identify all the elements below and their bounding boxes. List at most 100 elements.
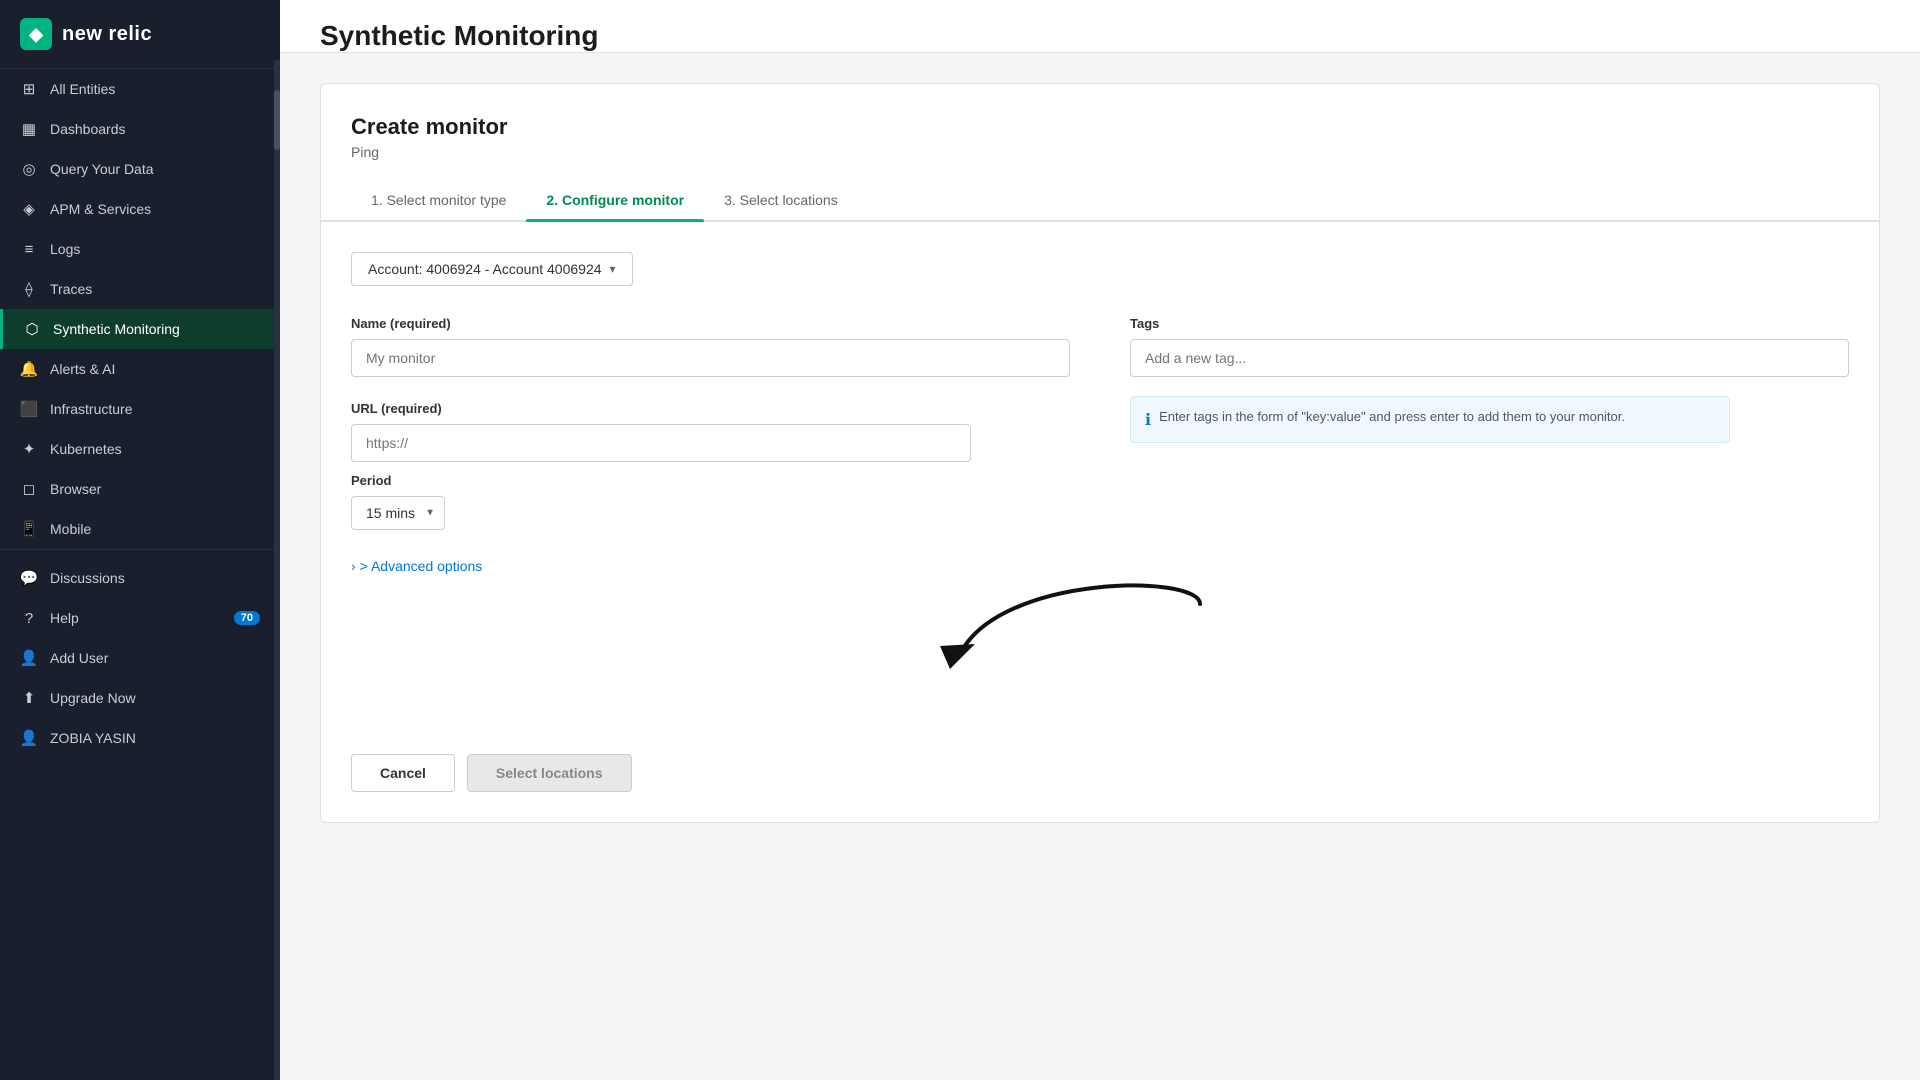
url-input[interactable]	[351, 424, 971, 462]
sidebar-item-label: Discussions	[50, 570, 260, 586]
sidebar-item-label: Logs	[50, 241, 260, 257]
sidebar-item-all-entities[interactable]: ⊞ All Entities	[0, 69, 280, 109]
badge-help: 70	[234, 611, 260, 625]
name-input[interactable]	[351, 339, 1070, 377]
sidebar-item-browser[interactable]: ◻ Browser	[0, 469, 280, 509]
create-monitor-subtitle: Ping	[321, 144, 1879, 180]
sidebar-item-add-user[interactable]: 👤 Add User	[0, 638, 280, 678]
name-label: Name (required)	[351, 316, 1070, 331]
upgrade-now-icon: ⬆	[20, 689, 38, 707]
mobile-icon: 📱	[20, 520, 38, 538]
url-group: URL (required)	[351, 401, 971, 462]
period-label: Period	[351, 473, 1849, 488]
sidebar-item-label: Mobile	[50, 521, 260, 537]
tab-select-monitor-type[interactable]: 1. Select monitor type	[351, 180, 526, 220]
sidebar-item-label: Dashboards	[50, 121, 260, 137]
sidebar-item-help[interactable]: ? Help 70	[0, 598, 280, 638]
sidebar-item-mobile[interactable]: 📱 Mobile	[0, 509, 280, 549]
sidebar-item-label: Query Your Data	[50, 161, 260, 177]
sidebar-item-label: Browser	[50, 481, 260, 497]
sidebar-item-label: Kubernetes	[50, 441, 260, 457]
form-area: Account: 4006924 - Account 4006924 ▾ Nam…	[321, 222, 1879, 734]
sidebar-item-label: APM & Services	[50, 201, 260, 217]
sidebar-items: ⊞ All Entities ▦ Dashboards ◎ Query Your…	[0, 69, 280, 549]
all-entities-icon: ⊞	[20, 80, 38, 98]
dashboards-icon: ▦	[20, 120, 38, 138]
tab-select-locations[interactable]: 3. Select locations	[704, 180, 858, 220]
info-icon: ℹ	[1145, 410, 1151, 430]
infrastructure-icon: ⬛	[20, 400, 38, 418]
chevron-down-icon: ▾	[610, 262, 616, 276]
form-group-name: Name (required)	[351, 316, 1070, 377]
period-select[interactable]: 15 mins 1 min 5 mins 10 mins 30 mins 1 h…	[351, 496, 445, 530]
scrollbar-thumb	[274, 90, 280, 150]
alerts-ai-icon: 🔔	[20, 360, 38, 378]
scrollbar-track	[274, 60, 280, 1080]
sidebar-bottom: 💬 Discussions ? Help 70 👤 Add User ⬆ Upg…	[0, 549, 280, 766]
help-icon: ?	[20, 609, 38, 627]
sidebar-item-dashboards[interactable]: ▦ Dashboards	[0, 109, 280, 149]
apm-services-icon: ◈	[20, 200, 38, 218]
sidebar: ◆ new relic ⊞ All Entities ▦ Dashboards …	[0, 0, 280, 1080]
account-selector-text: Account: 4006924 - Account 4006924	[368, 261, 602, 277]
tags-info: ℹ Enter tags in the form of "key:value" …	[1130, 396, 1730, 443]
sidebar-item-label: Help	[50, 610, 222, 626]
advanced-options-toggle[interactable]: › > Advanced options	[351, 558, 1849, 574]
page-header: Synthetic Monitoring	[280, 0, 1920, 53]
sidebar-item-label: Alerts & AI	[50, 361, 260, 377]
sidebar-item-discussions[interactable]: 💬 Discussions	[0, 558, 280, 598]
wizard-tabs: 1. Select monitor type 2. Configure moni…	[321, 180, 1879, 222]
tags-input[interactable]	[1130, 339, 1849, 377]
url-label: URL (required)	[351, 401, 971, 416]
sidebar-item-synthetic-monitoring[interactable]: ⬡ Synthetic Monitoring	[0, 309, 280, 349]
logo-text: new relic	[62, 23, 152, 46]
tags-info-text: Enter tags in the form of "key:value" an…	[1159, 409, 1625, 424]
form-group-tags: Tags	[1130, 316, 1849, 377]
synthetic-monitoring-icon: ⬡	[23, 320, 41, 338]
sidebar-item-apm-services[interactable]: ◈ APM & Services	[0, 189, 280, 229]
sidebar-item-traces[interactable]: ⟠ Traces	[0, 269, 280, 309]
sidebar-item-infrastructure[interactable]: ⬛ Infrastructure	[0, 389, 280, 429]
sidebar-bottom-items: 💬 Discussions ? Help 70 👤 Add User ⬆ Upg…	[0, 558, 280, 758]
kubernetes-icon: ✦	[20, 440, 38, 458]
period-wrapper: 15 mins 1 min 5 mins 10 mins 30 mins 1 h…	[351, 496, 445, 530]
period-section: Period 15 mins 1 min 5 mins 10 mins 30 m…	[351, 473, 1849, 530]
user-name-icon: 👤	[20, 729, 38, 747]
form-grid-top: Name (required) Tags	[351, 316, 1849, 377]
browser-icon: ◻	[20, 480, 38, 498]
select-locations-button[interactable]: Select locations	[467, 754, 632, 792]
logs-icon: ≡	[20, 240, 38, 258]
arrow-svg	[920, 584, 1280, 704]
logo[interactable]: ◆ new relic	[0, 0, 280, 69]
create-monitor-title: Create monitor	[321, 114, 1879, 144]
advanced-options-label: > Advanced options	[360, 558, 483, 574]
page-title: Synthetic Monitoring	[320, 20, 1880, 52]
query-your-data-icon: ◎	[20, 160, 38, 178]
traces-icon: ⟠	[20, 280, 38, 298]
cancel-button[interactable]: Cancel	[351, 754, 455, 792]
account-selector[interactable]: Account: 4006924 - Account 4006924 ▾	[351, 252, 633, 286]
sidebar-item-kubernetes[interactable]: ✦ Kubernetes	[0, 429, 280, 469]
tags-label: Tags	[1130, 316, 1849, 331]
advanced-options-chevron: ›	[351, 558, 356, 574]
sidebar-item-user-name[interactable]: 👤 ZOBIA YASIN	[0, 718, 280, 758]
sidebar-item-logs[interactable]: ≡ Logs	[0, 229, 280, 269]
create-monitor-card: Create monitor Ping 1. Select monitor ty…	[320, 83, 1880, 823]
sidebar-item-label: All Entities	[50, 81, 260, 97]
main-content: Synthetic Monitoring Create monitor Ping…	[280, 0, 1920, 1080]
sidebar-nav: ⊞ All Entities ▦ Dashboards ◎ Query Your…	[0, 69, 280, 1080]
discussions-icon: 💬	[20, 569, 38, 587]
arrow-annotation	[351, 584, 1849, 704]
tab-configure-monitor[interactable]: 2. Configure monitor	[526, 180, 704, 220]
add-user-icon: 👤	[20, 649, 38, 667]
sidebar-item-query-your-data[interactable]: ◎ Query Your Data	[0, 149, 280, 189]
sidebar-item-label: Add User	[50, 650, 260, 666]
sidebar-item-label: Upgrade Now	[50, 690, 260, 706]
logo-icon: ◆	[20, 18, 52, 50]
sidebar-item-label: ZOBIA YASIN	[50, 730, 260, 746]
sidebar-item-upgrade-now[interactable]: ⬆ Upgrade Now	[0, 678, 280, 718]
page-content: Create monitor Ping 1. Select monitor ty…	[280, 53, 1920, 1080]
sidebar-item-label: Traces	[50, 281, 260, 297]
sidebar-item-label: Synthetic Monitoring	[53, 321, 260, 337]
sidebar-item-alerts-ai[interactable]: 🔔 Alerts & AI	[0, 349, 280, 389]
